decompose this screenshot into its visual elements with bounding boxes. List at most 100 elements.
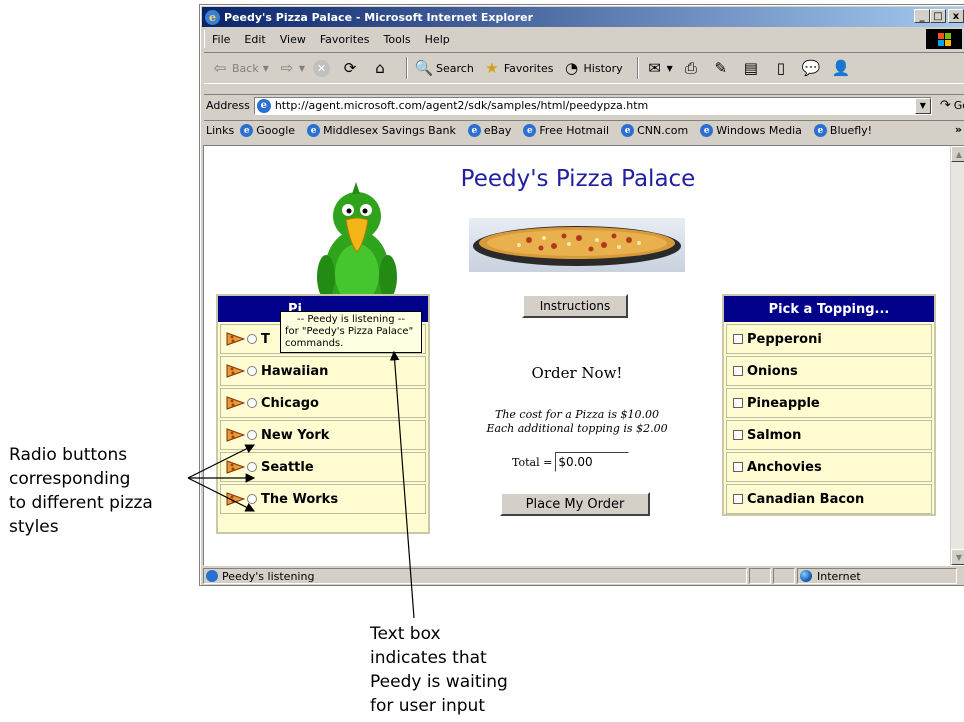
menu-tools[interactable]: Tools <box>377 33 418 46</box>
topping-label: Onions <box>747 363 798 379</box>
style-radio[interactable] <box>247 366 257 376</box>
go-button[interactable]: ↷ Go <box>940 98 964 113</box>
minimize-button[interactable]: _ <box>914 9 930 23</box>
menu-view[interactable]: View <box>273 33 313 46</box>
messenger-button[interactable]: 💬 <box>801 58 823 78</box>
link-page-icon: e <box>813 124 827 137</box>
maximize-button[interactable]: □ <box>930 9 946 23</box>
link-middlesex[interactable]: e Middlesex Savings Bank <box>307 124 456 137</box>
history-button[interactable]: ◔ History <box>562 58 623 78</box>
mail-button[interactable]: ✉ ▼ <box>645 58 672 78</box>
zone-text: Internet <box>817 569 861 583</box>
topping-checkbox[interactable] <box>733 462 743 472</box>
topping-option-pepperoni[interactable]: Pepperoni <box>726 324 932 354</box>
favorites-button[interactable]: ★ Favorites <box>482 58 553 78</box>
forward-button[interactable]: ⇨ ▼ <box>277 58 305 78</box>
go-label: Go <box>953 99 964 112</box>
research-icon: ▯ <box>776 59 785 77</box>
windows-logo-icon <box>926 29 962 49</box>
link-label: CNN.com <box>637 124 689 137</box>
topping-option-salmon[interactable]: Salmon <box>726 420 932 450</box>
contacts-icon: 👤 <box>831 59 851 77</box>
style-radio[interactable] <box>247 430 257 440</box>
refresh-button[interactable]: ⟳ <box>340 58 362 78</box>
annotation-line: Text box <box>370 624 441 644</box>
scroll-up-icon[interactable]: ▲ <box>951 146 964 162</box>
tooltip-line3: commands. <box>285 338 344 349</box>
menu-file[interactable]: File <box>205 33 237 46</box>
annotation-line: styles <box>9 517 59 537</box>
instructions-button[interactable]: Instructions <box>522 294 628 318</box>
menu-edit[interactable]: Edit <box>237 33 272 46</box>
place-order-button[interactable]: Place My Order <box>500 492 650 516</box>
stop-button[interactable]: ✕ <box>313 59 332 77</box>
style-option-hawaiian[interactable]: Hawaiian <box>220 356 426 386</box>
link-label: Middlesex Savings Bank <box>323 124 456 137</box>
edit-button[interactable]: ✎ <box>711 58 733 78</box>
status-text-cell: Peedy's listening <box>203 568 747 584</box>
annotation-line: corresponding <box>9 469 131 489</box>
link-bluefly[interactable]: e Bluefly! <box>813 124 872 137</box>
style-option-chicago[interactable]: Chicago <box>220 388 426 418</box>
topping-checkbox[interactable] <box>733 430 743 440</box>
textbox-annotation: Text box indicates that Peedy is waiting… <box>370 622 560 718</box>
history-label: History <box>583 61 623 75</box>
link-windows-media[interactable]: e Windows Media <box>700 124 802 137</box>
style-label: New York <box>261 427 330 443</box>
vertical-scrollbar[interactable]: ▲ ▼ <box>950 146 964 565</box>
status-cell-blank <box>773 568 795 584</box>
link-cnn[interactable]: e CNN.com <box>621 124 688 137</box>
total-field[interactable]: $0.00 <box>555 452 630 472</box>
topping-option-anchovies[interactable]: Anchovies <box>726 452 932 482</box>
link-google[interactable]: e Google <box>240 124 295 137</box>
search-button[interactable]: 🔍 Search <box>414 58 474 78</box>
topping-panel: Pick a Topping... Pepperoni Onions Pinea… <box>722 294 936 516</box>
topping-label: Canadian Bacon <box>747 491 865 507</box>
link-page-icon: e <box>621 124 635 137</box>
print-icon: ⎙ <box>684 59 697 77</box>
style-radio[interactable] <box>247 494 257 504</box>
menu-favorites[interactable]: Favorites <box>313 33 377 46</box>
screenshot-stage: e Peedy's Pizza Palace - Microsoft Inter… <box>0 0 964 722</box>
page-icon: e <box>256 98 271 113</box>
stop-icon: ✕ <box>313 59 331 77</box>
forward-dropdown-icon: ▼ <box>298 63 306 73</box>
style-option-seattle[interactable]: Seattle <box>220 452 426 482</box>
link-label: eBay <box>483 124 512 137</box>
style-option-new-york[interactable]: New York <box>220 420 426 450</box>
links-more-icon[interactable]: » <box>955 123 962 136</box>
research-button[interactable]: ▯ <box>771 58 793 78</box>
topping-checkbox[interactable] <box>733 366 743 376</box>
page-content: Peedy's Pizza Palace Instructions Pi T H… <box>203 145 964 566</box>
go-arrow-icon: ↷ <box>939 98 951 113</box>
link-page-icon: e <box>240 124 254 137</box>
back-dropdown-icon: ▼ <box>262 63 269 73</box>
address-input[interactable]: e http://agent.microsoft.com/agent2/sdk/… <box>253 96 932 115</box>
style-option-the-works[interactable]: The Works <box>220 484 426 514</box>
topping-option-canadian-bacon[interactable]: Canadian Bacon <box>726 484 932 514</box>
pizza-slice-icon <box>226 364 245 378</box>
contacts-button[interactable]: 👤 <box>831 58 853 78</box>
topping-checkbox[interactable] <box>733 398 743 408</box>
style-radio[interactable] <box>247 398 257 408</box>
home-button[interactable]: ⌂ <box>370 58 392 78</box>
total-row: Total = $0.00 <box>512 452 630 472</box>
topping-option-pineapple[interactable]: Pineapple <box>726 388 932 418</box>
scroll-down-icon[interactable]: ▼ <box>951 549 964 565</box>
style-radio[interactable] <box>247 334 257 344</box>
topping-checkbox[interactable] <box>733 334 743 344</box>
link-hotmail[interactable]: e Free Hotmail <box>523 124 609 137</box>
topping-checkbox[interactable] <box>733 494 743 504</box>
print-button[interactable]: ⎙ <box>681 58 703 78</box>
topping-label: Pepperoni <box>747 331 822 347</box>
link-ebay[interactable]: e eBay <box>467 124 512 137</box>
back-button[interactable]: ⇦ Back ▼ <box>210 58 269 78</box>
menu-bar: File Edit View Favorites Tools Help <box>204 29 964 49</box>
style-radio[interactable] <box>247 462 257 472</box>
address-dropdown-icon[interactable]: ▼ <box>914 97 931 114</box>
status-text: Peedy's listening <box>222 569 315 583</box>
topping-option-onions[interactable]: Onions <box>726 356 932 386</box>
discuss-button[interactable]: ▤ <box>741 58 763 78</box>
menu-help[interactable]: Help <box>418 33 457 46</box>
close-button[interactable]: x <box>948 9 964 23</box>
